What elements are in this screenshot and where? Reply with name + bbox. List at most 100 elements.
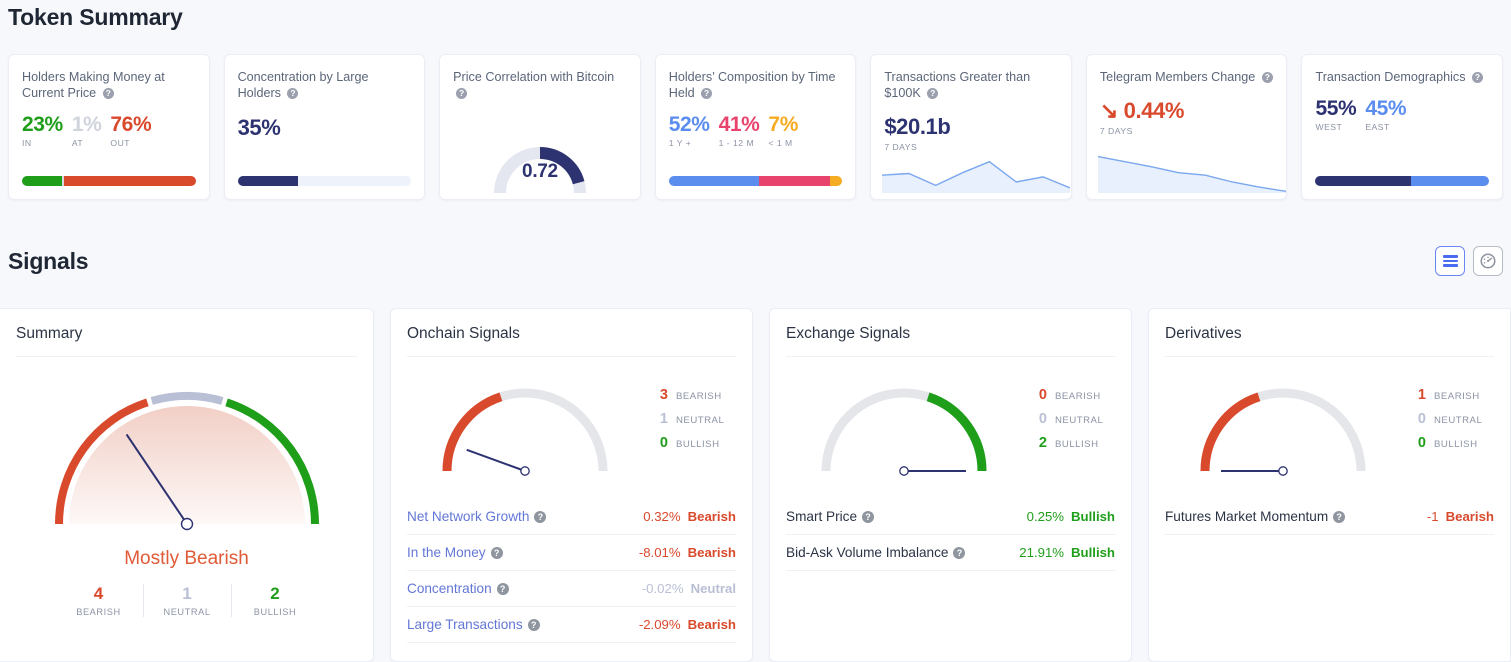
signal-count-item: 0 NEUTRAL: [1034, 411, 1103, 427]
count-label: NEUTRAL: [676, 415, 725, 426]
card-title: Holders Making Money at Current Price ?: [22, 70, 165, 100]
help-icon[interactable]: ?: [496, 583, 509, 595]
arrow-down-right-icon: ↘: [1099, 98, 1124, 123]
signal-name[interactable]: Futures Market Momentum?: [1165, 509, 1346, 524]
signal-verdict: Bullish: [1071, 509, 1115, 524]
sentiment-count-item: 1 NEUTRAL: [142, 584, 231, 617]
token-summary-card[interactable]: Holders Making Money at Current Price ? 2…: [8, 54, 210, 200]
help-icon[interactable]: ?: [527, 619, 540, 631]
signal-name[interactable]: Concentration?: [407, 581, 509, 596]
signal-change: 21.91%: [1019, 545, 1065, 560]
signal-name[interactable]: Net Network Growth?: [407, 509, 547, 524]
signal-panel: Onchain Signals 3 BEARISH 1 NEUTRAL 0 BULLISH N…: [390, 308, 753, 662]
signal-count-item: 3 BEARISH: [655, 387, 724, 403]
stat-value: 45%: [1365, 97, 1407, 120]
stat-value: $20.1b: [884, 114, 951, 139]
signal-change: -1: [1426, 509, 1439, 524]
count-number: 1: [659, 411, 668, 427]
help-icon[interactable]: ?: [287, 88, 299, 99]
sentiment-count-item: 2 BULLISH: [230, 584, 319, 617]
help-icon[interactable]: ?: [1472, 72, 1483, 83]
bar-segment: [668, 176, 759, 186]
help-icon[interactable]: ?: [862, 511, 875, 523]
signal-name[interactable]: Bid-Ask Volume Imbalance?: [786, 545, 966, 560]
token-summary-card[interactable]: Transaction Demographics ? 55% WEST 45% EAST: [1301, 54, 1504, 200]
panel-heading: Summary: [16, 325, 357, 357]
gauge-view-icon: [1480, 253, 1496, 269]
stat-block: 45% EAST: [1365, 97, 1406, 132]
panel-heading: Derivatives: [1165, 325, 1494, 357]
signal-change: -8.01%: [638, 545, 681, 560]
signal-counts: 0 BEARISH 0 NEUTRAL 2 BULLISH: [1034, 387, 1103, 459]
sentiment-count-item: 4 BEARISH: [55, 584, 143, 617]
token-summary-card[interactable]: Holders’ Composition by Time Held ? 52% 1 …: [654, 54, 857, 200]
list-view-toggle-button[interactable]: [1435, 246, 1465, 276]
token-summary-card[interactable]: Price Correlation with Bitcoin ? 0.72: [439, 54, 641, 200]
token-summary-card[interactable]: Concentration by Large Holders ? 35%: [223, 54, 426, 200]
bar-segment: [758, 176, 831, 186]
stat-row: 52% 1 Y + 41% 1 - 12 M 7% < 1 M: [669, 113, 843, 148]
help-icon[interactable]: ?: [1333, 511, 1346, 523]
count-number: 3: [659, 387, 668, 403]
bar-segment: [1315, 176, 1411, 186]
panel-heading: Exchange Signals: [786, 325, 1115, 357]
signal-counts: 1 BEARISH 0 NEUTRAL 0 BULLISH: [1413, 387, 1482, 459]
sparkline-chart: [882, 160, 1071, 193]
card-title: Transactions Greater than $100K ?: [884, 70, 1031, 100]
signal-row[interactable]: Bid-Ask Volume Imbalance? 21.91% Bullish: [786, 535, 1115, 571]
signal-name[interactable]: In the Money?: [407, 545, 503, 560]
token-summary-card-strip: Holders Making Money at Current Price ? 2…: [8, 54, 1504, 200]
signal-list: Smart Price? 0.25% Bullish Bid-Ask Volume I…: [786, 499, 1115, 571]
help-icon[interactable]: ?: [490, 547, 503, 559]
stat-value: ↘ 0.44%: [1099, 98, 1185, 123]
stat-label: AT: [71, 138, 84, 148]
help-icon[interactable]: ?: [102, 88, 114, 99]
signal-change: 0.32%: [643, 509, 681, 524]
count-number: 4: [93, 584, 104, 603]
help-icon[interactable]: ?: [953, 547, 966, 559]
bar-segment: [63, 176, 196, 186]
stat-value: 23%: [22, 113, 63, 136]
signal-name[interactable]: Large Transactions?: [407, 617, 540, 632]
signal-panel: Derivatives 1 BEARISH 0 NEUTRAL 0 BULLISH Futur…: [1148, 308, 1511, 662]
signal-verdict: Bearish: [687, 617, 736, 632]
signal-verdict: Neutral: [690, 581, 736, 596]
signal-row[interactable]: Large Transactions? -2.09% Bearish: [407, 607, 736, 643]
signal-value-group: -0.02% Neutral: [642, 581, 736, 596]
token-summary-card[interactable]: Transactions Greater than $100K ? $20.1b 7…: [870, 54, 1072, 200]
count-label: BEARISH: [1434, 391, 1480, 402]
signal-gauge: 0 BEARISH 0 NEUTRAL 2 BULLISH: [786, 367, 1115, 497]
count-number: 1: [182, 584, 192, 603]
signal-value-group: 21.91% Bullish: [1019, 545, 1115, 560]
help-icon[interactable]: ?: [927, 88, 939, 99]
help-icon[interactable]: ?: [701, 88, 713, 99]
count-number: 2: [1038, 435, 1047, 451]
help-icon[interactable]: ?: [534, 511, 547, 523]
stat-block: 52% 1 Y +: [669, 113, 710, 148]
bar-segment: [298, 176, 412, 186]
signal-row[interactable]: Smart Price? 0.25% Bullish: [786, 499, 1115, 535]
count-label: NEUTRAL: [1055, 415, 1104, 426]
bar-segment: [237, 176, 299, 186]
signal-name[interactable]: Smart Price?: [786, 509, 875, 524]
gauge-view-toggle-button[interactable]: [1473, 246, 1503, 276]
signal-gauge: 3 BEARISH 1 NEUTRAL 0 BULLISH: [407, 367, 736, 497]
count-label: BULLISH: [1434, 439, 1478, 450]
sparkline-chart: [1097, 155, 1286, 193]
signal-row[interactable]: Net Network Growth? 0.32% Bearish: [407, 499, 736, 535]
help-icon[interactable]: ?: [456, 88, 468, 99]
stat-block: 1% AT: [72, 113, 102, 148]
signal-row[interactable]: In the Money? -8.01% Bearish: [407, 535, 736, 571]
bar-segment: [22, 176, 62, 186]
signal-row[interactable]: Concentration? -0.02% Neutral: [407, 571, 736, 607]
count-label: BEARISH: [76, 607, 121, 617]
help-icon[interactable]: ?: [1261, 72, 1273, 83]
signal-counts: 3 BEARISH 1 NEUTRAL 0 BULLISH: [655, 387, 724, 459]
card-title: Holders’ Composition by Time Held ?: [668, 70, 836, 100]
count-label: BULLISH: [1055, 439, 1099, 450]
stat-block: 23% IN: [22, 113, 63, 148]
signal-row[interactable]: Futures Market Momentum? -1 Bearish: [1165, 499, 1494, 535]
token-summary-card[interactable]: Telegram Members Change ? ↘ 0.44% 7 DAYS: [1085, 54, 1288, 200]
count-number: 0: [1417, 435, 1426, 451]
count-label: NEUTRAL: [163, 607, 211, 617]
